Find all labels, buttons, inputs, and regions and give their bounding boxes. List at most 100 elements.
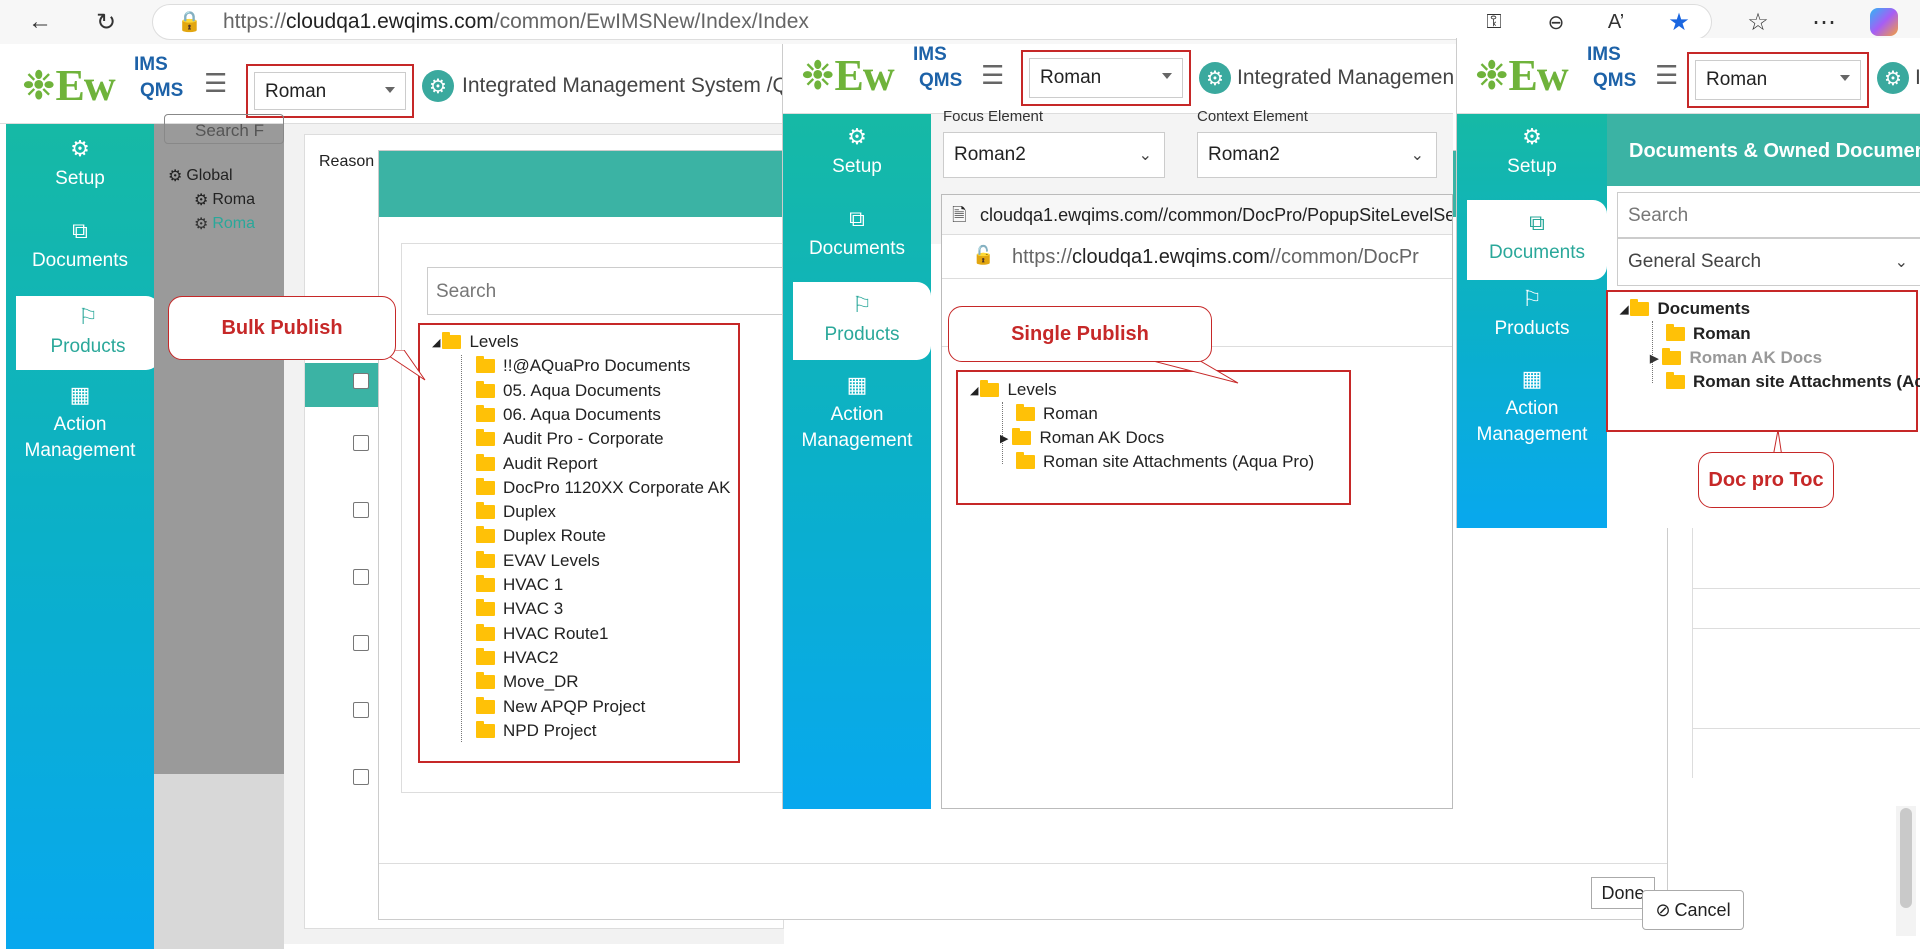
tree-root-levels[interactable]: ◢ Levels bbox=[432, 332, 519, 352]
tree-folder[interactable]: DocPro 1120XX Corporate AK bbox=[476, 478, 730, 498]
tree-folder[interactable]: Duplex bbox=[476, 502, 556, 522]
tree-folder[interactable]: HVAC2 bbox=[476, 648, 558, 668]
nav-documents[interactable]: ⧉ Documents bbox=[6, 218, 154, 290]
ewqms-logo: ❉ Ew IMS QMS bbox=[801, 44, 963, 100]
nav-action-management[interactable]: ▦ Action Management bbox=[783, 372, 931, 472]
scrollbar[interactable] bbox=[1896, 806, 1916, 936]
site-select[interactable]: Roman bbox=[254, 72, 406, 110]
tree-folder[interactable]: Duplex Route bbox=[476, 526, 606, 546]
tree-folder[interactable]: HVAC 1 bbox=[476, 575, 563, 595]
row-checkbox[interactable] bbox=[353, 435, 369, 451]
building-icon: ▦ bbox=[1521, 366, 1543, 391]
row-checkbox[interactable] bbox=[353, 569, 369, 585]
folder-icon bbox=[476, 648, 495, 665]
folder-icon bbox=[476, 356, 495, 373]
tree-folder-roman-ak-docs[interactable]: ▶ Roman AK Docs bbox=[1000, 428, 1164, 448]
popup-title-bar: 🗎 cloudqa1.ewqims.com//common/DocPro/Pop… bbox=[942, 195, 1452, 235]
hamburger-menu-icon[interactable]: ☰ bbox=[1655, 60, 1678, 91]
tree-folder[interactable]: Audit Pro - Corporate bbox=[476, 429, 664, 449]
tree-folder[interactable]: 06. Aqua Documents bbox=[476, 405, 661, 425]
nav-action-management[interactable]: ▦ Action Management bbox=[1457, 366, 1607, 466]
row-checkbox[interactable] bbox=[353, 702, 369, 718]
backdrop-lower bbox=[154, 774, 284, 949]
tree-folder[interactable]: 05. Aqua Documents bbox=[476, 381, 661, 401]
lock-icon: 🔓 bbox=[972, 245, 995, 265]
tree-folder-roman-ak-docs[interactable]: ▶ Roman AK Docs bbox=[1650, 348, 1822, 368]
nav-documents[interactable]: ⧉ Documents bbox=[783, 206, 931, 276]
url-prefix: https:// bbox=[223, 10, 287, 33]
tree-folder-roman[interactable]: Roman bbox=[1666, 324, 1751, 344]
tree-folder[interactable]: NPD Project bbox=[476, 721, 597, 741]
hamburger-menu-icon[interactable]: ☰ bbox=[204, 68, 227, 99]
refresh-icon[interactable]: ↻ bbox=[90, 6, 122, 38]
nav-documents[interactable]: ⧉ Documents bbox=[1467, 200, 1607, 280]
chevron-down-icon: ⌄ bbox=[1410, 147, 1424, 164]
folder-icon bbox=[476, 381, 495, 398]
nav-setup[interactable]: ⚙ Setup bbox=[783, 124, 931, 194]
row-checkbox[interactable] bbox=[353, 635, 369, 651]
documents-icon: ⧉ bbox=[1529, 210, 1545, 235]
settings-gear-icon[interactable]: ⚙ bbox=[1199, 62, 1231, 94]
select-all-checkbox[interactable] bbox=[353, 373, 369, 389]
tree-folder-roman[interactable]: Roman bbox=[1016, 404, 1098, 424]
nav-setup[interactable]: ⚙ Setup bbox=[6, 136, 154, 208]
tree-folder[interactable]: HVAC 3 bbox=[476, 599, 563, 619]
back-arrow-icon[interactable]: ← bbox=[24, 6, 56, 38]
tree-folder[interactable]: HVAC Route1 bbox=[476, 624, 609, 644]
tree-folder[interactable]: New APQP Project bbox=[476, 697, 645, 717]
hamburger-menu-icon[interactable]: ☰ bbox=[981, 60, 1004, 91]
nav-setup[interactable]: ⚙ Setup bbox=[1457, 124, 1607, 194]
focus-element-select[interactable]: Roman2 ⌄ bbox=[943, 132, 1165, 178]
tree-root-documents[interactable]: ◢ Documents bbox=[1620, 299, 1750, 319]
favorite-star-icon[interactable]: ★ bbox=[1663, 6, 1695, 38]
site-select[interactable]: Roman bbox=[1029, 58, 1183, 98]
collapse-arrow-icon: ◢ bbox=[970, 384, 979, 397]
scrollbar-thumb[interactable] bbox=[1900, 808, 1912, 908]
tree-folder[interactable]: !!@AQuaPro Documents bbox=[476, 356, 690, 376]
key-icon[interactable]: ⚿ bbox=[1478, 6, 1510, 38]
cancel-button[interactable]: ⊘ Cancel bbox=[1642, 890, 1744, 930]
sun-logo-icon: ❉ bbox=[22, 63, 56, 108]
cancel-icon: ⊘ bbox=[1655, 899, 1671, 920]
sidebar: ⚙ Setup ⧉ Documents ⚐ Products ▦ Action Mana… bbox=[6, 124, 160, 949]
page-icon: 🗎 bbox=[952, 205, 967, 225]
tree-folder-roman-site-attachments[interactable]: Roman site Attachments (Ac bbox=[1666, 372, 1920, 392]
settings-gear-icon[interactable]: ⚙ bbox=[1877, 62, 1909, 94]
nav-products[interactable]: ⚐ Products bbox=[793, 282, 931, 360]
collapse-arrow-icon: ◢ bbox=[1620, 303, 1629, 316]
site-select-highlight: Roman bbox=[246, 64, 414, 118]
chevron-down-icon: ⌄ bbox=[1138, 147, 1152, 164]
tree-folder[interactable]: Audit Report bbox=[476, 454, 598, 474]
bulk-publish-callout: Bulk Publish bbox=[168, 296, 396, 360]
nav-products[interactable]: ⚐ Products bbox=[1457, 286, 1607, 356]
app-header: ❉ Ew IMS QMS ☰ Roman ⚙ Integrated Manage… bbox=[783, 44, 1453, 114]
row-checkbox[interactable] bbox=[353, 502, 369, 518]
copilot-icon[interactable] bbox=[1870, 8, 1898, 36]
tree-root-levels[interactable]: ◢ Levels bbox=[970, 380, 1057, 400]
nav-products[interactable]: ⚐ Products bbox=[16, 296, 160, 370]
tree-node-roman-selected[interactable]: ⚙ Roma bbox=[194, 214, 255, 234]
tree-node-roman[interactable]: ⚙ Roma bbox=[194, 190, 255, 210]
search-type-select[interactable]: General Search ⌄ bbox=[1617, 238, 1920, 286]
site-select[interactable]: Roman bbox=[1695, 60, 1861, 100]
tree-search-input[interactable]: Search F bbox=[164, 114, 284, 144]
row-checkbox[interactable] bbox=[353, 769, 369, 785]
favorites-list-icon[interactable]: ☆ bbox=[1742, 6, 1774, 38]
settings-gear-icon[interactable]: ⚙ bbox=[422, 70, 454, 102]
app-header: ❉ Ew IMS QMS ☰ Roman ⚙ I bbox=[1457, 38, 1920, 114]
zoom-out-icon[interactable]: ⊖ bbox=[1540, 6, 1572, 38]
context-element-select[interactable]: Roman2 ⌄ bbox=[1197, 132, 1437, 178]
tree-node-global[interactable]: ⚙ Global bbox=[168, 166, 233, 186]
grid-header-row bbox=[305, 363, 385, 407]
tree-folder-roman-site-attachments[interactable]: Roman site Attachments (Aqua Pro) bbox=[1016, 452, 1314, 472]
dialog-search-input[interactable]: Search bbox=[427, 267, 787, 315]
url-path: /common/EwIMSNew/Index/Index bbox=[493, 10, 809, 33]
nav-action-management[interactable]: ▦ Action Management bbox=[6, 382, 154, 482]
read-aloud-icon[interactable]: A’ bbox=[1600, 6, 1632, 38]
documents-search-input[interactable]: Search bbox=[1617, 192, 1920, 238]
doc-pro-toc-panel: ❉ Ew IMS QMS ☰ Roman ⚙ I ⚙ Setup ⧉ Documen… bbox=[1456, 38, 1920, 528]
tree-folder[interactable]: EVAV Levels bbox=[476, 551, 600, 571]
tree-folder[interactable]: Move_DR bbox=[476, 672, 579, 692]
lock-icon: 🔒 bbox=[177, 11, 202, 33]
more-menu-icon[interactable]: ⋯ bbox=[1808, 6, 1840, 38]
